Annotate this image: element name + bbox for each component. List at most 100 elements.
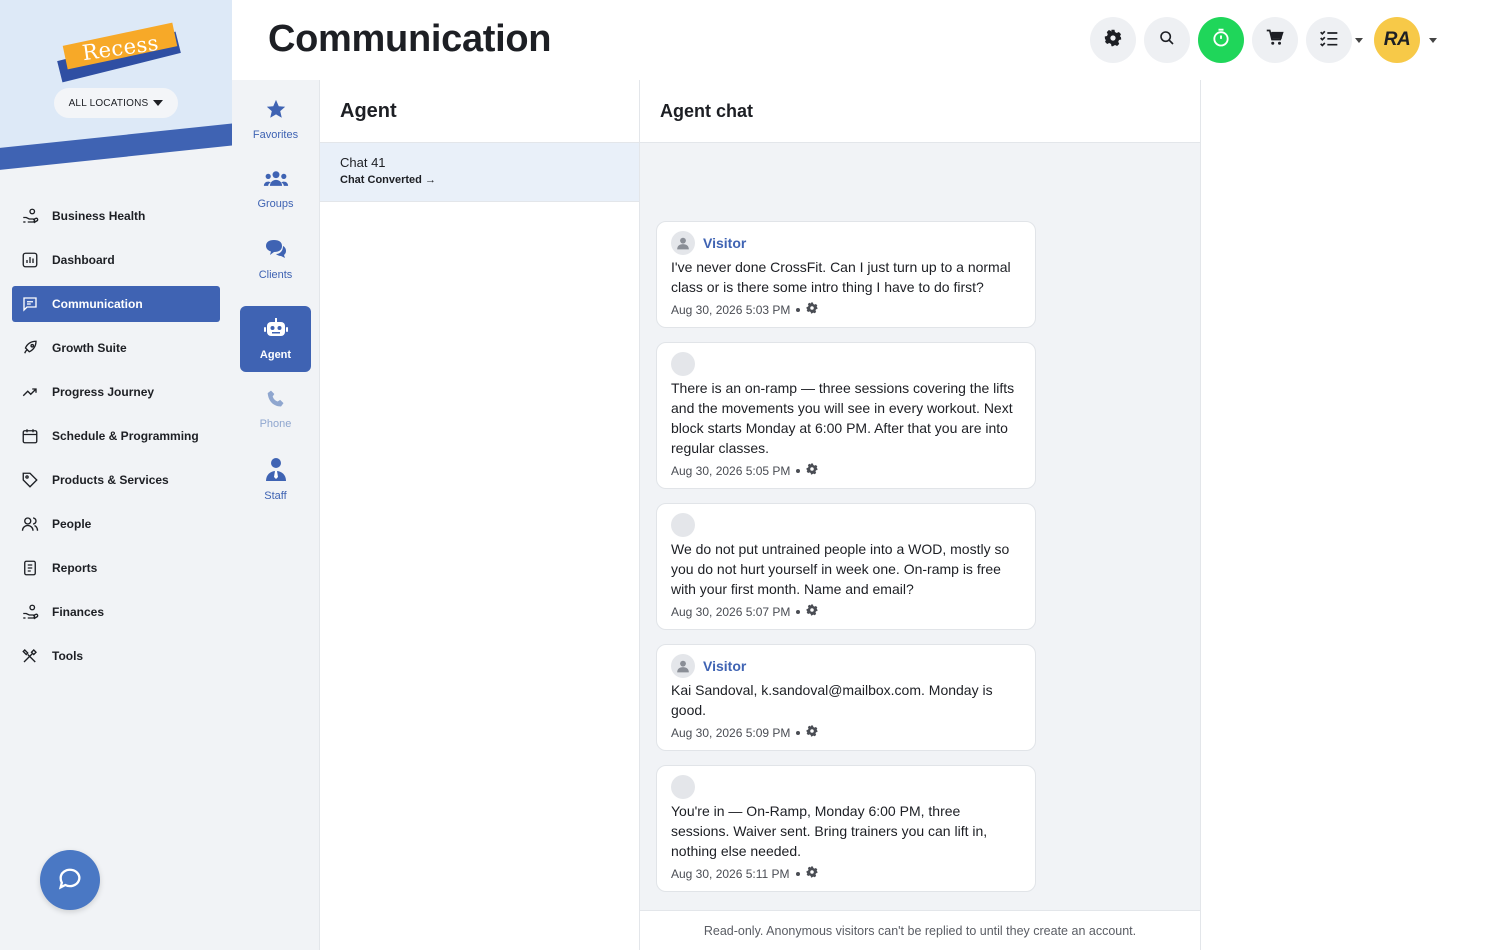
gear-icon[interactable] bbox=[806, 866, 818, 881]
tag-icon bbox=[20, 470, 40, 490]
user-avatar[interactable]: RA bbox=[1374, 17, 1420, 63]
message-sender: Visitor bbox=[671, 654, 1021, 678]
timer-button[interactable] bbox=[1198, 17, 1244, 63]
tasks-caret-icon[interactable] bbox=[1355, 38, 1363, 43]
subnav-favorites[interactable]: Favorites bbox=[240, 86, 311, 152]
nav-item-finances[interactable]: Finances bbox=[12, 594, 220, 630]
subnav-staff[interactable]: Staff bbox=[240, 446, 311, 512]
nav-item-growth-suite[interactable]: Growth Suite bbox=[12, 330, 220, 366]
nav-label: Business Health bbox=[52, 209, 146, 223]
agent-list-title: Agent bbox=[320, 80, 639, 143]
nav-item-products-services[interactable]: Products & Services bbox=[12, 462, 220, 498]
rocket-icon bbox=[20, 338, 40, 358]
calendar-icon bbox=[20, 426, 40, 446]
nav-item-schedule-programming[interactable]: Schedule & Programming bbox=[12, 418, 220, 454]
cart-icon bbox=[1266, 29, 1284, 52]
nav-label: Products & Services bbox=[52, 473, 169, 487]
agent-chat-title: Agent chat bbox=[640, 80, 1200, 143]
subnav-phone[interactable]: Phone bbox=[240, 376, 311, 442]
subnav-agent[interactable]: Agent bbox=[240, 306, 311, 372]
settings-button[interactable] bbox=[1090, 17, 1136, 63]
subnav-label: Clients bbox=[258, 268, 293, 281]
nav-item-communication[interactable]: Communication bbox=[12, 286, 220, 322]
staff-icon bbox=[265, 457, 287, 484]
message-time: Aug 30, 2026 5:09 PM bbox=[671, 725, 791, 740]
separator-dot bbox=[796, 307, 801, 312]
message-meta: Aug 30, 2026 5:05 PM bbox=[671, 463, 1021, 478]
subnav-label: Staff bbox=[264, 489, 287, 502]
main-sidebar: Recess ALL LOCATIONS Business Health Das… bbox=[0, 0, 232, 950]
document-icon bbox=[20, 558, 40, 578]
agent-avatar-icon bbox=[671, 513, 695, 537]
chat-list-item[interactable]: Chat 41 Chat Converted → bbox=[320, 143, 639, 202]
main-nav: Business Health Dashboard Communication … bbox=[12, 198, 220, 682]
chat-bubble-icon bbox=[56, 864, 84, 897]
arrow-right-icon: → bbox=[424, 174, 436, 186]
message-meta: Aug 30, 2026 5:09 PM bbox=[671, 725, 1021, 740]
gear-icon[interactable] bbox=[806, 604, 818, 619]
caret-down-icon bbox=[153, 100, 164, 106]
all-locations-dropdown[interactable]: ALL LOCATIONS bbox=[54, 88, 178, 118]
subnav-clients[interactable]: Clients bbox=[240, 226, 311, 292]
gear-icon[interactable] bbox=[806, 302, 818, 317]
nav-label: Progress Journey bbox=[52, 385, 155, 399]
tools-icon bbox=[20, 646, 40, 666]
subnav-label: Favorites bbox=[252, 128, 299, 141]
chat-status: Chat Converted → bbox=[340, 174, 436, 186]
user-avatar-icon bbox=[671, 654, 695, 678]
timer-icon bbox=[1211, 28, 1231, 53]
all-locations-label: ALL LOCATIONS bbox=[68, 97, 149, 109]
message-meta: Aug 30, 2026 5:07 PM bbox=[671, 604, 1021, 619]
nav-item-business-health[interactable]: Business Health bbox=[12, 198, 220, 234]
nav-item-people[interactable]: People bbox=[12, 506, 220, 542]
chat-message: You're in — On-Ramp, Monday 6:00 PM, thr… bbox=[656, 765, 1036, 892]
hand-coins-icon bbox=[20, 206, 40, 226]
message-time: Aug 30, 2026 5:11 PM bbox=[671, 866, 790, 881]
chat-message: Visitor Kai Sandoval, k.sandoval@mailbox… bbox=[656, 644, 1036, 751]
page-title: Communication bbox=[268, 18, 552, 60]
message-text: There is an on-ramp — three sessions cov… bbox=[671, 380, 1015, 456]
sender-name: Visitor bbox=[703, 235, 747, 251]
star-icon bbox=[265, 98, 287, 123]
nav-item-dashboard[interactable]: Dashboard bbox=[12, 242, 220, 278]
subnav-label: Phone bbox=[259, 417, 292, 430]
chat-message: We do not put untrained people into a WO… bbox=[656, 503, 1036, 630]
search-icon bbox=[1159, 30, 1175, 51]
message-icon bbox=[20, 294, 40, 314]
nav-item-tools[interactable]: Tools bbox=[12, 638, 220, 674]
message-text: I've never done CrossFit. Can I just tur… bbox=[671, 259, 1011, 295]
help-chat-button[interactable] bbox=[40, 850, 100, 910]
chat-message: Visitor I've never done CrossFit. Can I … bbox=[656, 221, 1036, 328]
nav-item-progress-journey[interactable]: Progress Journey bbox=[12, 374, 220, 410]
chat-title: Chat 41 bbox=[340, 155, 386, 170]
chat-bubbles-icon bbox=[264, 238, 288, 263]
separator-dot bbox=[796, 609, 801, 614]
nav-item-reports[interactable]: Reports bbox=[12, 550, 220, 586]
message-text: We do not put untrained people into a WO… bbox=[671, 541, 1010, 597]
avatar-caret-icon[interactable] bbox=[1429, 38, 1437, 43]
search-button[interactable] bbox=[1144, 17, 1190, 63]
message-time: Aug 30, 2026 5:05 PM bbox=[671, 463, 791, 478]
subnav-groups[interactable]: Groups bbox=[240, 156, 311, 222]
checklist-icon bbox=[1319, 29, 1339, 52]
robot-icon bbox=[263, 317, 288, 343]
gear-icon[interactable] bbox=[806, 725, 818, 740]
hand-coins-icon bbox=[20, 602, 40, 622]
trending-up-icon bbox=[20, 382, 40, 402]
gear-icon bbox=[1104, 29, 1122, 52]
cart-button[interactable] bbox=[1252, 17, 1298, 63]
nav-label: Tools bbox=[52, 649, 84, 663]
message-sender bbox=[671, 352, 1021, 376]
tasks-button[interactable] bbox=[1306, 17, 1352, 63]
agent-avatar-icon bbox=[671, 775, 695, 799]
message-meta: Aug 30, 2026 5:03 PM bbox=[671, 302, 1021, 317]
nav-label: Dashboard bbox=[52, 253, 115, 267]
nav-label: Schedule & Programming bbox=[52, 429, 199, 443]
recess-logo[interactable]: Recess bbox=[54, 22, 182, 83]
message-sender bbox=[671, 775, 1021, 799]
subnav-label: Agent bbox=[259, 348, 292, 361]
gear-icon[interactable] bbox=[806, 463, 818, 478]
nav-label: Communication bbox=[52, 297, 143, 311]
phone-icon bbox=[266, 389, 286, 412]
sender-name: Visitor bbox=[703, 658, 747, 674]
